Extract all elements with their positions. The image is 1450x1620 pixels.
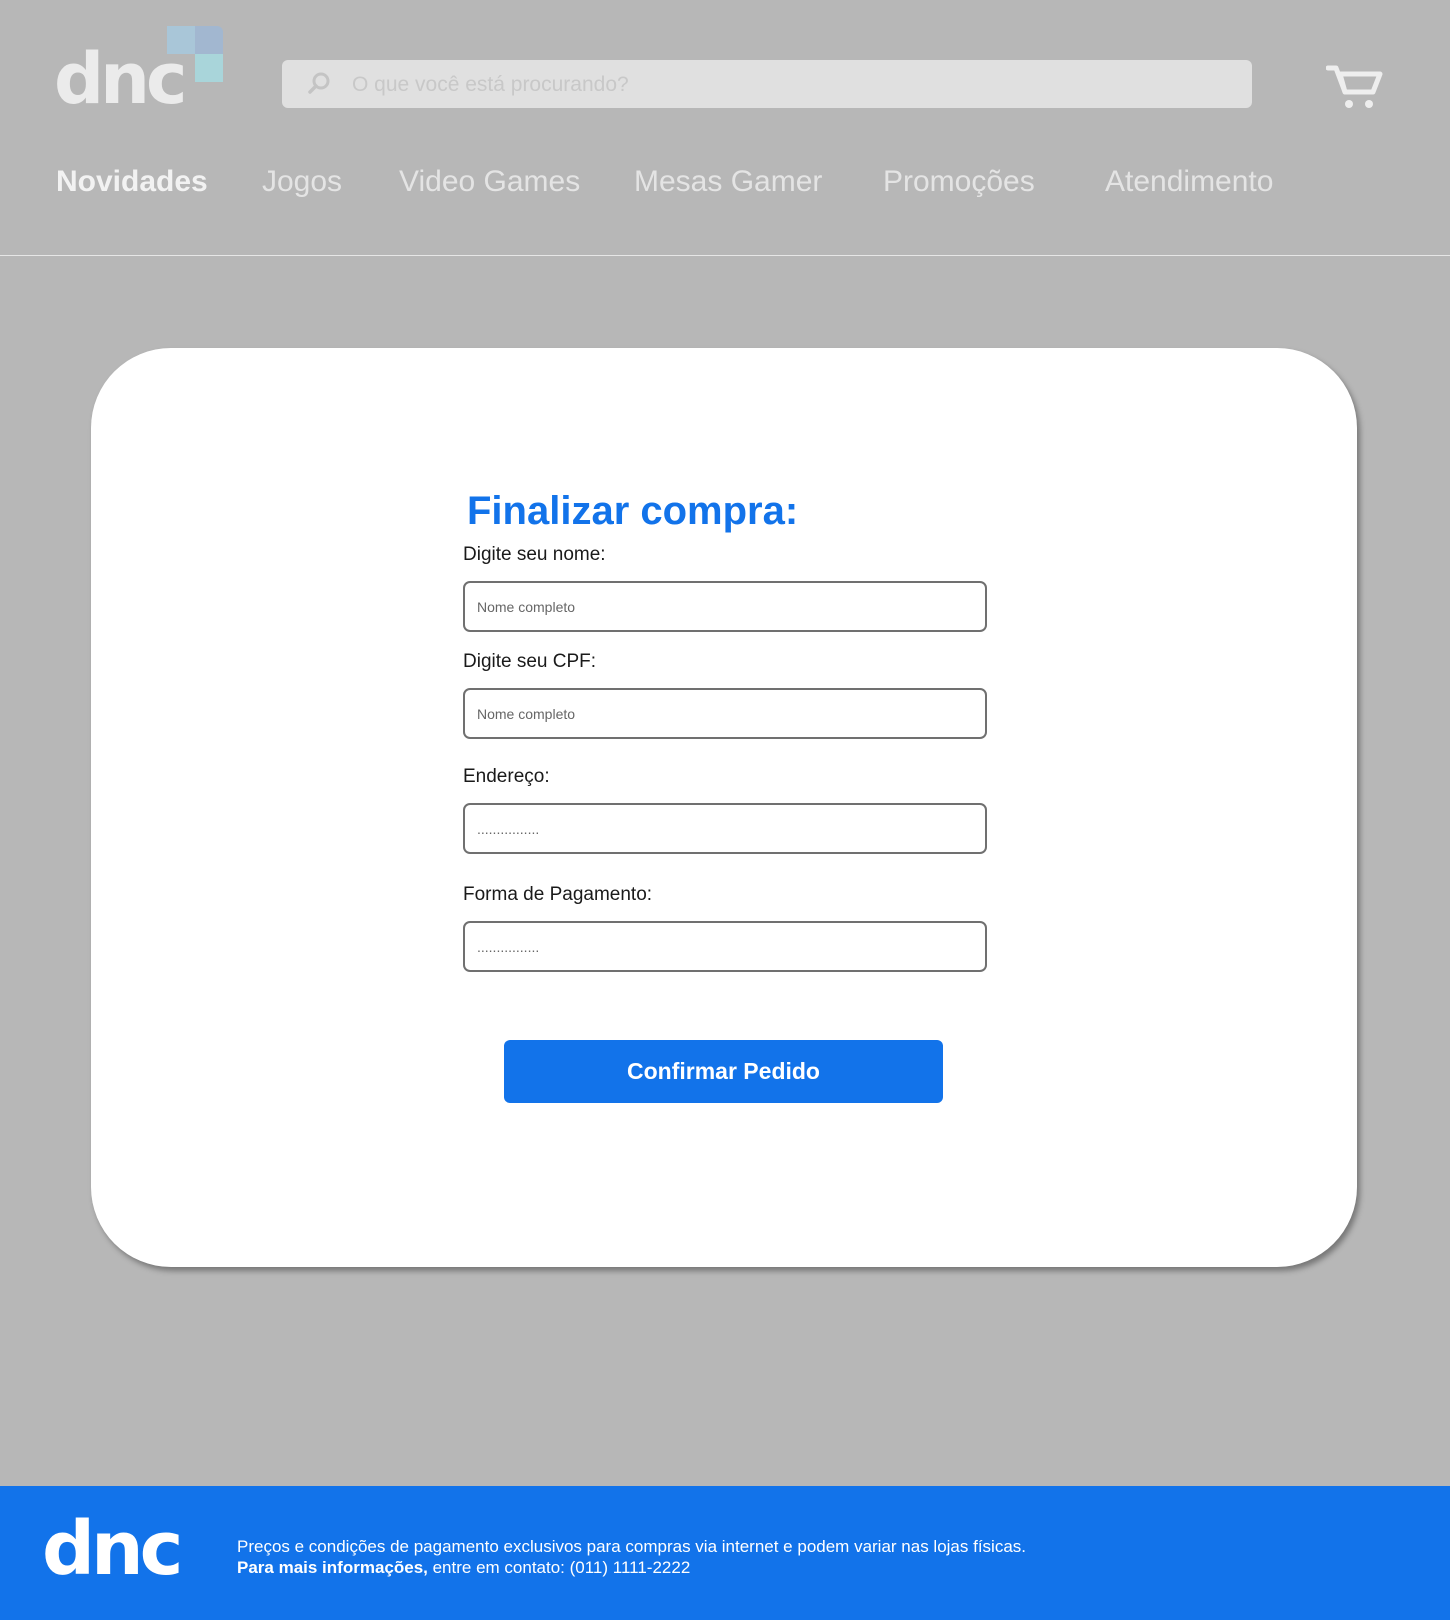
nav-item-jogos[interactable]: Jogos [262,165,342,199]
search-bar [282,60,1252,110]
logo-squares-icon [167,26,223,82]
footer-contact: Para mais informações, entre em contato:… [237,1557,1026,1578]
footer-contact-text: entre em contato: (011) 1111-2222 [427,1558,691,1577]
address-label: Endereço: [463,766,550,787]
footer-disclaimer: Preços e condições de pagamento exclusiv… [237,1537,1027,1556]
cart-icon[interactable] [1326,64,1384,112]
checkout-card: Finalizar compra: Digite seu nome: Digit… [91,348,1357,1267]
search-icon[interactable] [306,71,332,97]
page-title: Finalizar compra: [467,488,799,533]
name-input[interactable] [463,581,987,632]
payment-label: Forma de Pagamento: [463,884,653,905]
name-label: Digite seu nome: [463,544,606,565]
logo-text: dnc [54,38,187,120]
footer-logo[interactable]: dnc [42,1512,184,1586]
confirm-order-button[interactable]: Confirmar Pedido [504,1040,943,1103]
site-footer: dnc Preços e condições de pagamento excl… [0,1486,1450,1620]
cpf-input[interactable] [463,688,987,739]
main-nav: Novidades Jogos Video Games Mesas Gamer … [0,165,1450,209]
nav-item-promocoes[interactable]: Promoções [883,165,1035,199]
dnc-logo[interactable]: dnc [54,26,224,116]
cpf-label: Digite seu CPF: [463,651,597,672]
payment-input[interactable] [463,921,987,972]
nav-item-mesas-gamer[interactable]: Mesas Gamer [634,165,822,199]
nav-item-novidades[interactable]: Novidades [56,165,208,199]
nav-item-video-games[interactable]: Video Games [399,165,580,199]
address-input[interactable] [463,803,987,854]
site-header: dnc Novidades Jogos Video Games Mesas Ga… [0,0,1450,256]
nav-item-atendimento[interactable]: Atendimento [1105,165,1273,199]
footer-contact-bold: Para mais informações, [237,1558,428,1577]
footer-info: Preços e condições de pagamento exclusiv… [237,1536,1026,1578]
search-input[interactable] [350,60,1234,110]
